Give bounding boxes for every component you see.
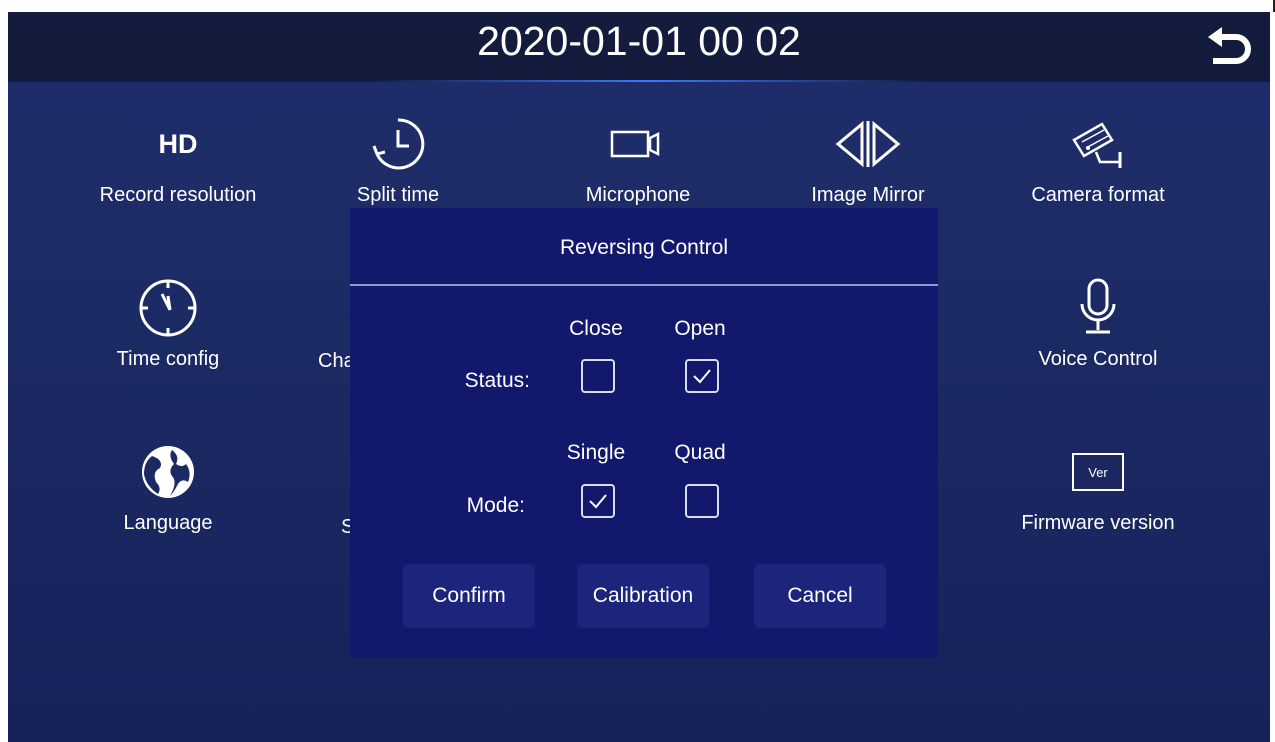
menu-label: Microphone	[585, 184, 691, 206]
menu-label: Voice Control	[1038, 348, 1158, 370]
reversing-control-dialog: Reversing Control Close Open Status: Sin…	[350, 208, 938, 658]
menu-language[interactable]: Language	[68, 440, 268, 550]
menu-label: Time config	[116, 348, 220, 370]
security-camera-icon	[1072, 122, 1122, 168]
menu-label: Language	[123, 512, 213, 534]
back-button[interactable]	[1202, 22, 1258, 78]
menu-label: Record resolution	[99, 184, 257, 206]
mirror-icon	[835, 120, 901, 168]
header-glow-line	[368, 80, 928, 82]
status-option-close-label: Close	[569, 317, 623, 340]
confirm-button[interactable]: Confirm	[403, 564, 535, 628]
menu-split-time[interactable]: Split time	[298, 112, 498, 222]
mode-label: Mode:	[466, 494, 525, 517]
status-close-checkbox[interactable]	[581, 359, 615, 393]
status-option-open-label: Open	[674, 317, 726, 340]
menu-voice-control[interactable]: Voice Control	[998, 276, 1198, 386]
hd-icon: HD	[158, 128, 198, 159]
clock-icon	[139, 279, 197, 337]
checkmark-icon	[589, 494, 607, 509]
menu-microphone[interactable]: Microphone	[538, 112, 738, 222]
menu-firmware-version[interactable]: Ver Firmware version	[998, 440, 1198, 550]
checkmark-icon	[693, 369, 711, 384]
mode-single-checkbox[interactable]	[581, 484, 615, 518]
menu-time-config[interactable]: Time config	[68, 276, 268, 386]
menu-camera-format[interactable]: Camera format	[998, 112, 1198, 222]
menu-label: Split time	[356, 184, 440, 206]
dialog-divider	[350, 284, 938, 286]
status-label: Status:	[464, 369, 530, 392]
dialog-title: Reversing Control	[559, 236, 729, 259]
camcorder-icon	[610, 130, 660, 158]
menu-record-resolution[interactable]: HD Record resolution	[78, 112, 278, 222]
mode-option-single-label: Single	[566, 441, 626, 464]
microphone-icon	[1080, 278, 1116, 334]
clock-icon	[372, 118, 425, 170]
mode-option-quad-label: Quad	[674, 441, 726, 464]
version-icon: Ver	[1072, 453, 1124, 491]
header-bar: 2020-01-01 00 02	[8, 12, 1270, 82]
back-arrow-icon	[1208, 27, 1251, 64]
menu-image-mirror[interactable]: Image Mirror	[768, 112, 968, 222]
device-screen: 2020-01-01 00 02 HD Record resolution Sp…	[8, 12, 1270, 742]
status-open-checkbox[interactable]	[685, 359, 719, 393]
globe-icon	[142, 446, 194, 498]
datetime-display: 2020-01-01 00 02	[477, 18, 801, 64]
cancel-button[interactable]: Cancel	[754, 564, 886, 628]
menu-label: Image Mirror	[811, 184, 925, 206]
calibration-button[interactable]: Calibration	[577, 564, 709, 628]
menu-label: Camera format	[1031, 184, 1165, 206]
mode-quad-checkbox[interactable]	[685, 484, 719, 518]
menu-label: Firmware version	[1021, 512, 1175, 534]
